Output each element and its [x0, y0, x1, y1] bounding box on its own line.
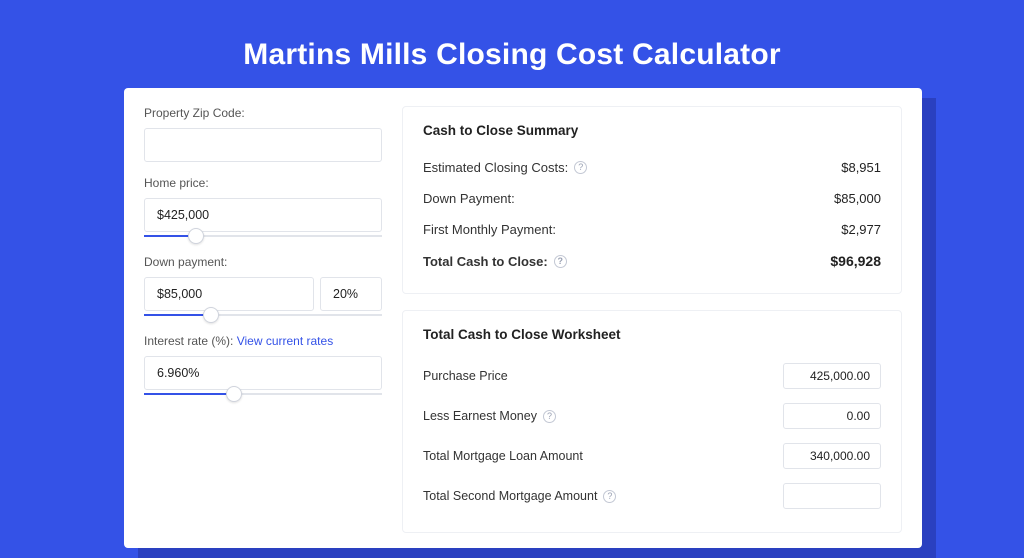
down-slider[interactable]: [144, 310, 382, 320]
rate-input[interactable]: [144, 356, 382, 390]
worksheet-row-second-mortgage: Total Second Mortgage Amount ?: [423, 476, 881, 516]
slider-thumb[interactable]: [203, 307, 219, 323]
help-icon[interactable]: ?: [574, 161, 587, 174]
down-pct-input[interactable]: [320, 277, 382, 311]
zip-input[interactable]: [144, 128, 382, 162]
worksheet-label: Total Mortgage Loan Amount: [423, 449, 583, 463]
inputs-column: Property Zip Code: Home price: Down paym…: [144, 106, 382, 530]
rate-slider[interactable]: [144, 389, 382, 399]
summary-total-label: Total Cash to Close:: [423, 254, 548, 269]
page-title: Martins Mills Closing Cost Calculator: [0, 0, 1024, 72]
worksheet-value-input[interactable]: [783, 403, 881, 429]
worksheet-value-input[interactable]: [783, 483, 881, 509]
worksheet-row-earnest-money: Less Earnest Money ?: [423, 396, 881, 436]
slider-thumb[interactable]: [188, 228, 204, 244]
zip-label: Property Zip Code:: [144, 106, 382, 120]
rate-label: Interest rate (%): View current rates: [144, 334, 382, 348]
worksheet-label: Purchase Price: [423, 369, 508, 383]
slider-fill: [144, 393, 234, 395]
worksheet-label: Total Second Mortgage Amount: [423, 489, 597, 503]
zip-field: Property Zip Code:: [144, 106, 382, 162]
worksheet-label: Less Earnest Money: [423, 409, 537, 423]
calculator-panel: Property Zip Code: Home price: Down paym…: [124, 88, 922, 548]
rate-field: Interest rate (%): View current rates: [144, 334, 382, 399]
summary-row-total: Total Cash to Close: ? $96,928: [423, 245, 881, 277]
worksheet-value-input[interactable]: [783, 363, 881, 389]
summary-row-down-payment: Down Payment: $85,000: [423, 183, 881, 214]
summary-total-value: $96,928: [830, 253, 881, 269]
price-label: Home price:: [144, 176, 382, 190]
summary-row-closing-costs: Estimated Closing Costs: ? $8,951: [423, 152, 881, 183]
worksheet-heading: Total Cash to Close Worksheet: [423, 327, 881, 342]
help-icon[interactable]: ?: [543, 410, 556, 423]
summary-label: First Monthly Payment:: [423, 222, 556, 237]
summary-row-first-payment: First Monthly Payment: $2,977: [423, 214, 881, 245]
help-icon[interactable]: ?: [554, 255, 567, 268]
help-icon[interactable]: ?: [603, 490, 616, 503]
down-field: Down payment:: [144, 255, 382, 320]
summary-value: $8,951: [841, 160, 881, 175]
down-label: Down payment:: [144, 255, 382, 269]
slider-thumb[interactable]: [226, 386, 242, 402]
view-rates-link[interactable]: View current rates: [237, 334, 334, 348]
summary-value: $2,977: [841, 222, 881, 237]
slider-fill: [144, 314, 211, 316]
summary-label: Down Payment:: [423, 191, 515, 206]
worksheet-value-input[interactable]: [783, 443, 881, 469]
summary-heading: Cash to Close Summary: [423, 123, 881, 138]
down-amount-input[interactable]: [144, 277, 314, 311]
worksheet-row-purchase-price: Purchase Price: [423, 356, 881, 396]
price-input[interactable]: [144, 198, 382, 232]
rate-label-text: Interest rate (%):: [144, 334, 237, 348]
worksheet-row-mortgage-amount: Total Mortgage Loan Amount: [423, 436, 881, 476]
price-slider[interactable]: [144, 231, 382, 241]
results-column: Cash to Close Summary Estimated Closing …: [402, 106, 902, 530]
summary-card: Cash to Close Summary Estimated Closing …: [402, 106, 902, 294]
summary-value: $85,000: [834, 191, 881, 206]
price-field: Home price:: [144, 176, 382, 241]
worksheet-card: Total Cash to Close Worksheet Purchase P…: [402, 310, 902, 533]
summary-label: Estimated Closing Costs:: [423, 160, 568, 175]
